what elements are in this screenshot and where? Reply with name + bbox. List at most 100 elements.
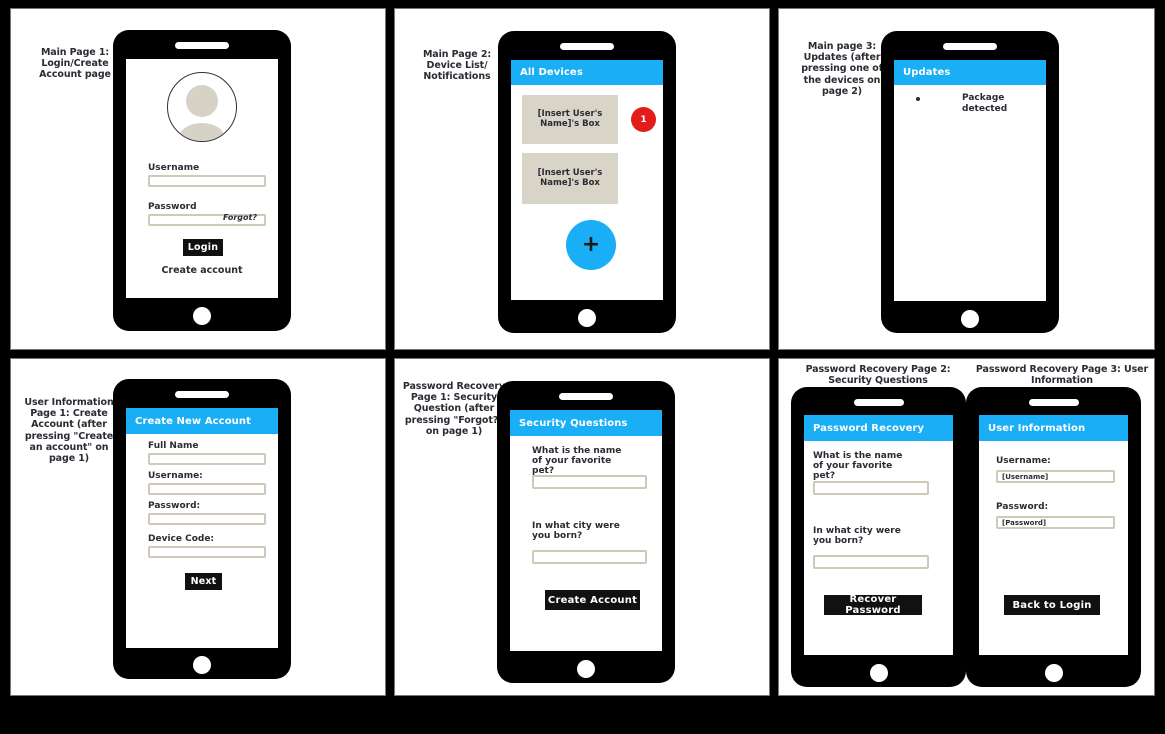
phone-home-button-3[interactable] (961, 310, 979, 328)
avatar-body-icon (179, 123, 225, 141)
notification-count: 1 (640, 114, 647, 125)
device-item-label: [Insert User's Name]'s Box (537, 108, 603, 129)
password-label: Password: (996, 502, 1049, 512)
device-code-label: Device Code: (148, 534, 215, 544)
login-button[interactable]: Login (183, 239, 223, 256)
update-item-text: Package detected (962, 93, 1008, 115)
plus-icon: + (581, 232, 601, 257)
phone-frame-1: Username Password Forgot? Login Create a… (113, 30, 291, 331)
phone-speaker-icon (1028, 399, 1079, 406)
appbar-title: Security Questions (519, 417, 628, 429)
phone-screen-4: Create New Account Full Name Username: P… (126, 408, 278, 648)
security-question-1-label: What is the name of your favorite pet? (532, 446, 622, 477)
recovery-question-2-input[interactable] (813, 555, 929, 569)
appbar-password-recovery: Password Recovery (804, 415, 953, 441)
recovery-question-2-label: In what city were you born? (813, 526, 901, 547)
device-item-2[interactable]: [Insert User's Name]'s Box (522, 153, 618, 204)
password-input-value: [Password] (1002, 518, 1047, 527)
username-label: Username: (996, 456, 1051, 466)
phone-home-button-2[interactable] (578, 309, 596, 327)
back-to-login-button[interactable]: Back to Login (1004, 595, 1100, 615)
bullet-icon (916, 97, 920, 101)
phone-frame-2: All Devices [Insert User's Name]'s Box 1… (498, 31, 676, 333)
device-item-1[interactable]: [Insert User's Name]'s Box (522, 95, 618, 144)
phone-home-button-5[interactable] (577, 660, 595, 678)
appbar-title: Password Recovery (813, 422, 925, 434)
avatar-head-icon (186, 85, 218, 117)
password-input[interactable] (148, 513, 266, 525)
appbar-title: All Devices (520, 67, 583, 78)
appbar-security-questions: Security Questions (510, 410, 662, 436)
panel-password-recovery-pages-2-3: Password Recovery Page 2: Security Quest… (778, 358, 1155, 696)
panel-3-caption: Main page 3: Updates (after pressing one… (801, 41, 883, 97)
appbar-all-devices: All Devices (511, 60, 663, 85)
add-device-button[interactable]: + (566, 220, 616, 270)
panel-password-recovery-page-1: Password Recovery Page 1: Security Quest… (394, 358, 770, 696)
phone-screen-2: All Devices [Insert User's Name]'s Box 1… (511, 60, 663, 300)
full-name-input[interactable] (148, 453, 266, 465)
phone-speaker-icon (943, 43, 997, 50)
panel-5-caption: Password Recovery Page 1: Security Quest… (402, 381, 506, 437)
phone-speaker-icon (560, 43, 614, 50)
recover-password-button[interactable]: Recover Password (824, 594, 922, 616)
phone-screen-5: Security Questions What is the name of y… (510, 410, 662, 651)
appbar-user-information: User Information (979, 415, 1128, 441)
username-input[interactable] (148, 483, 266, 495)
phone-home-button-6a[interactable] (869, 664, 888, 682)
phone-speaker-icon (175, 42, 229, 49)
recovery-question-1-label: What is the name of your favorite pet? (813, 451, 903, 482)
panel-6-left-caption: Password Recovery Page 2: Security Quest… (805, 364, 951, 387)
phone-speaker-icon (853, 399, 904, 406)
security-question-2-input[interactable] (532, 550, 647, 564)
phone-home-button-6b[interactable] (1044, 664, 1063, 682)
phone-frame-6a: Password Recovery What is the name of yo… (791, 387, 966, 687)
phone-frame-4: Create New Account Full Name Username: P… (113, 379, 291, 679)
phone-frame-6b: User Information Username: [Username] Pa… (966, 387, 1141, 687)
username-input-value: [Username] (1002, 472, 1049, 481)
create-account-link[interactable]: Create account (126, 265, 278, 276)
create-account-button[interactable]: Create Account (545, 590, 640, 610)
security-question-2-label: In what city were you born? (532, 521, 620, 542)
phone-home-button-1[interactable] (193, 307, 211, 325)
phone-home-button-4[interactable] (193, 656, 211, 674)
wireframe-board: Main Page 1: Login/Create Account page U… (0, 0, 1165, 734)
full-name-label: Full Name (148, 441, 199, 451)
password-label: Password (148, 202, 197, 212)
phone-frame-3: Updates Package detected (881, 31, 1059, 333)
security-question-1-input[interactable] (532, 475, 647, 489)
panel-main-page-2: Main Page 2: Device List/ Notifications … (394, 8, 770, 350)
phone-screen-3: Updates Package detected (894, 60, 1046, 301)
device-item-label: [Insert User's Name]'s Box (537, 167, 603, 188)
phone-speaker-icon (175, 391, 229, 398)
username-input[interactable]: [Username] (996, 470, 1115, 483)
next-button[interactable]: Next (185, 573, 222, 590)
panel-1-caption: Main Page 1: Login/Create Account page (39, 47, 111, 81)
phone-speaker-icon (559, 393, 613, 400)
panel-4-caption: User Information Page 1: Create Account … (24, 397, 114, 465)
appbar-updates: Updates (894, 60, 1046, 85)
appbar-title: Create New Account (135, 415, 251, 427)
appbar-create-account: Create New Account (126, 408, 278, 434)
appbar-title: User Information (988, 422, 1086, 434)
panel-6-right-caption: Password Recovery Page 3: User Informati… (975, 364, 1149, 387)
panel-2-caption: Main Page 2: Device List/ Notifications (422, 49, 492, 83)
forgot-password-link[interactable]: Forgot? (223, 213, 257, 222)
appbar-title: Updates (903, 67, 951, 78)
password-input[interactable]: [Password] (996, 516, 1115, 529)
username-label: Username: (148, 471, 203, 481)
phone-screen-6a: Password Recovery What is the name of yo… (804, 415, 953, 655)
phone-screen-1: Username Password Forgot? Login Create a… (126, 59, 278, 298)
device-code-input[interactable] (148, 546, 266, 558)
panel-main-page-1: Main Page 1: Login/Create Account page U… (10, 8, 386, 350)
panel-user-info-page-1: User Information Page 1: Create Account … (10, 358, 386, 696)
update-list-item: Package detected (916, 93, 1036, 116)
password-label: Password: (148, 501, 201, 511)
panel-main-page-3: Main page 3: Updates (after pressing one… (778, 8, 1155, 350)
phone-screen-6b: User Information Username: [Username] Pa… (979, 415, 1128, 655)
username-label: Username (148, 163, 200, 173)
notification-badge[interactable]: 1 (631, 107, 656, 132)
phone-frame-5: Security Questions What is the name of y… (497, 381, 675, 683)
recovery-question-1-input[interactable] (813, 481, 929, 495)
avatar (167, 72, 237, 142)
username-input[interactable] (148, 175, 266, 187)
